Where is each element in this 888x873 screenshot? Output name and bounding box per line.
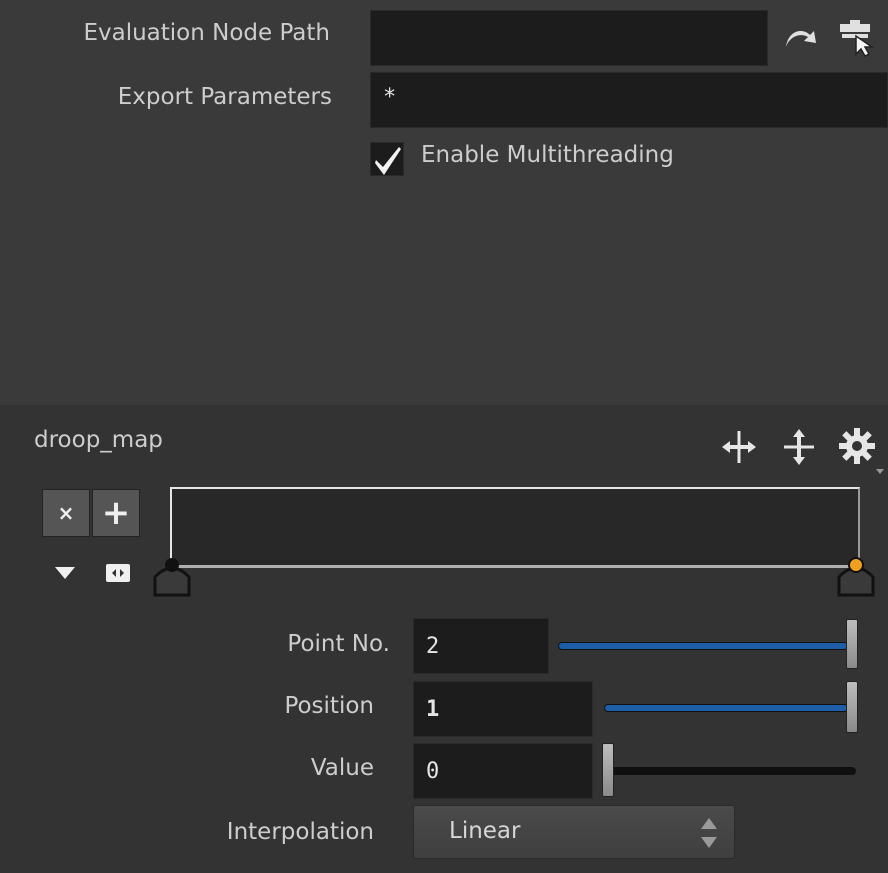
jump-arrow-icon[interactable] bbox=[782, 25, 820, 55]
point-no-label: Point No. bbox=[287, 631, 390, 657]
key-marker-icon[interactable] bbox=[152, 555, 192, 599]
add-point-button[interactable]: + bbox=[92, 489, 140, 537]
checkmark-icon bbox=[375, 147, 401, 175]
value-field[interactable]: 0 bbox=[413, 743, 593, 799]
multithreading-checkbox[interactable] bbox=[370, 142, 404, 176]
delete-point-button[interactable]: × bbox=[42, 489, 90, 537]
point-no-field[interactable]: 2 bbox=[413, 618, 549, 674]
move-vertical-icon[interactable] bbox=[780, 427, 818, 467]
point-no-slider-handle[interactable] bbox=[846, 619, 858, 669]
ramp-baseline bbox=[170, 565, 860, 568]
export-parameters-field[interactable]: * bbox=[370, 72, 888, 128]
evaluation-node-path-field[interactable] bbox=[370, 10, 768, 66]
spinner-arrows-icon bbox=[701, 818, 717, 848]
gear-icon[interactable] bbox=[836, 425, 886, 475]
position-field[interactable]: 1 bbox=[413, 681, 593, 737]
position-slider[interactable] bbox=[604, 704, 848, 712]
move-horizontal-icon[interactable] bbox=[720, 427, 758, 467]
multithreading-label: Enable Multithreading bbox=[421, 142, 674, 168]
ramp-name: droop_map bbox=[34, 427, 163, 453]
evaluation-node-path-label: Evaluation Node Path bbox=[83, 20, 330, 46]
value-slider-handle[interactable] bbox=[602, 743, 614, 797]
key-marker-selected-icon[interactable] bbox=[836, 555, 876, 599]
point-no-slider[interactable] bbox=[558, 642, 848, 650]
ramp-graph[interactable] bbox=[170, 487, 860, 565]
position-slider-handle[interactable] bbox=[846, 681, 858, 733]
position-label: Position bbox=[284, 693, 374, 719]
export-parameters-label: Export Parameters bbox=[117, 84, 332, 110]
value-slider[interactable] bbox=[604, 767, 856, 775]
parameters-panel: Evaluation Node Path Export Parameters *… bbox=[0, 0, 888, 405]
ramp-panel: droop_map × + Point No. 2 Position 1 Val… bbox=[0, 405, 888, 873]
interpolation-value: Linear bbox=[449, 818, 521, 844]
triangle-down-icon[interactable] bbox=[54, 565, 76, 581]
interpolation-dropdown[interactable]: Linear bbox=[413, 805, 735, 859]
node-chooser-icon[interactable] bbox=[838, 18, 880, 58]
interpolation-label: Interpolation bbox=[226, 819, 374, 845]
toggle-icon[interactable] bbox=[105, 563, 131, 583]
value-label: Value bbox=[310, 755, 374, 781]
